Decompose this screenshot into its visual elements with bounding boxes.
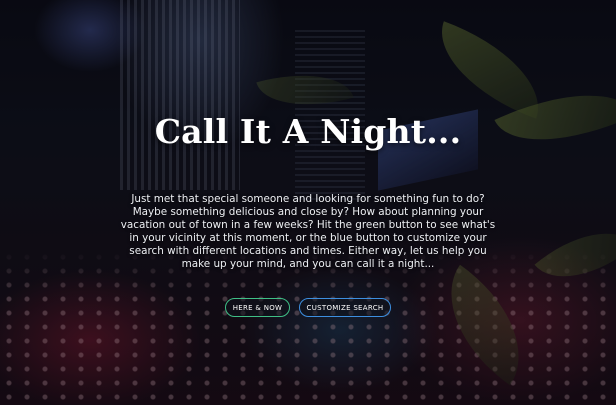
here-and-now-button[interactable]: HERE & NOW (225, 298, 290, 317)
customize-search-button[interactable]: CUSTOMIZE SEARCH (299, 298, 391, 317)
page-title: Call It A Night... (154, 112, 462, 151)
hero-description: Just met that special someone and lookin… (120, 193, 496, 271)
hero-section: Call It A Night... Just met that special… (0, 0, 616, 405)
